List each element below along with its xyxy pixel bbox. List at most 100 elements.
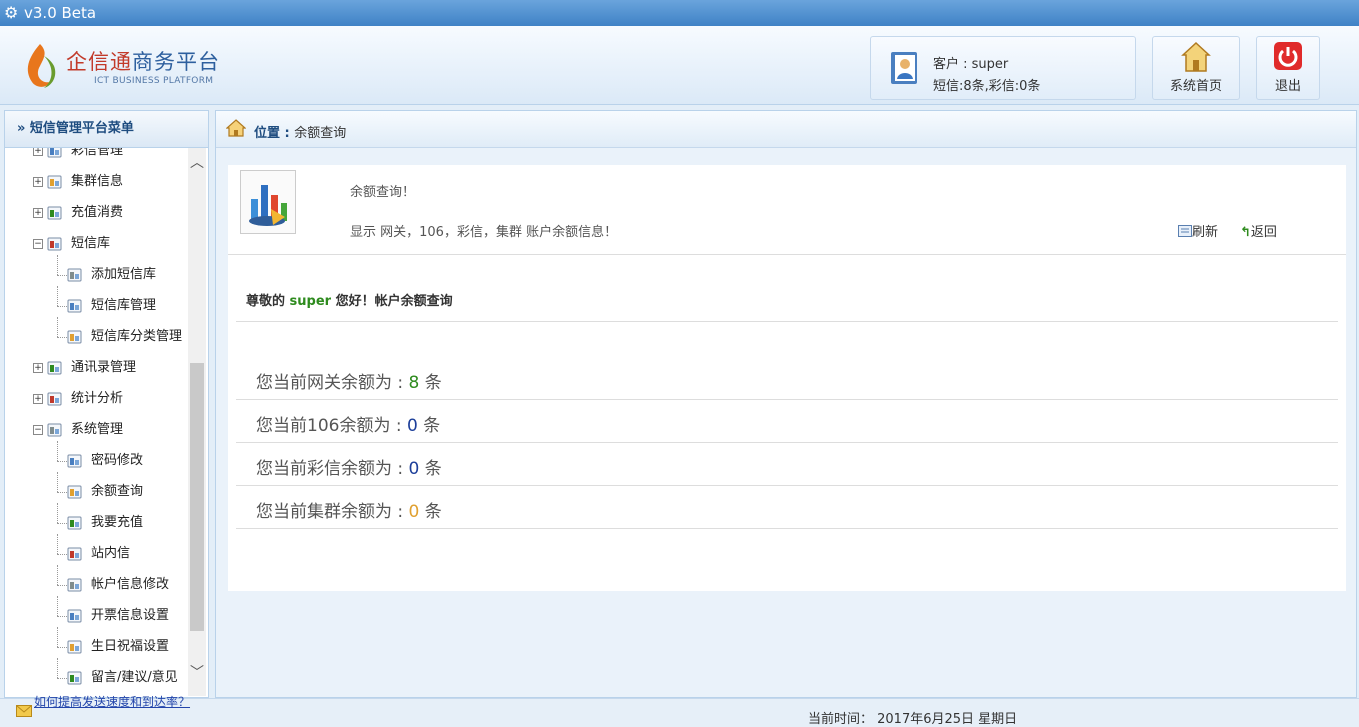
birthday-icon (67, 639, 83, 655)
balance-label: 您当前网关余额为 : (256, 373, 409, 393)
settings-icon (47, 422, 63, 438)
back-button[interactable]: ↰返回 (1240, 221, 1277, 240)
sidebar-scrollbar[interactable]: ︿ ﹀ (188, 148, 206, 696)
sidebar-item[interactable]: + 通讯录管理 (5, 357, 187, 379)
exit-button[interactable]: 退出 (1256, 36, 1320, 100)
collapse-icon[interactable]: − (33, 425, 43, 435)
sidebar-item-label: 短信库分类管理 (91, 329, 183, 344)
sidebar-item-label: 开票信息设置 (91, 608, 170, 623)
balance-value: 0 (408, 459, 420, 479)
book-icon (67, 546, 83, 562)
greeting-prefix: 尊敬的 (246, 294, 290, 309)
brand-name-blue: 商务平台 (132, 50, 220, 74)
location-bar: 位置 : 余额查询 (216, 111, 1356, 148)
footer: 如何提高发送速度和到达率？ 当前时间： 2017年6月25日 星期日 (0, 695, 1359, 727)
sidebar-item[interactable]: − 短信库 (5, 233, 187, 255)
help-link[interactable]: 如何提高发送速度和到达率？ (34, 693, 190, 710)
mms-icon (47, 148, 63, 159)
sidebar-item[interactable]: + 统计分析 (5, 388, 187, 410)
contacts-icon (47, 360, 63, 376)
balance-value: 0 (408, 502, 420, 522)
sidebar-item-label: 统计分析 (71, 391, 124, 406)
balance-row: 您当前106余额为 : 0 条 (236, 400, 1338, 443)
balance-label: 您当前彩信余额为 : (256, 459, 409, 479)
scroll-down-arrow-icon[interactable]: ﹀ (188, 662, 206, 682)
brand-subtitle: ICT BUSINESS PLATFORM (94, 76, 214, 86)
back-label: 返回 (1250, 225, 1277, 240)
sidebar-item-label: 短信库 (71, 236, 111, 251)
balance-value: 0 (406, 416, 418, 436)
home-button-label: 系统首页 (1169, 79, 1222, 94)
power-icon (1274, 42, 1302, 70)
category-icon (67, 329, 83, 345)
sidebar-item[interactable]: 添加短信库 (5, 255, 187, 286)
topup-icon (67, 515, 83, 531)
sidebar-item-label: 生日祝福设置 (91, 639, 170, 654)
house-icon (1181, 41, 1211, 72)
sidebar-item[interactable]: − 系统管理 (5, 419, 187, 441)
refresh-icon (1178, 225, 1192, 237)
back-arrow-icon: ↰ (1240, 225, 1251, 240)
sidebar-item[interactable]: 短信库分类管理 (5, 317, 187, 348)
balance-unit: 条 (419, 502, 442, 522)
sidebar-item[interactable]: 密码修改 (5, 441, 187, 472)
balance-row: 您当前彩信余额为 : 0 条 (236, 443, 1338, 486)
sidebar-item[interactable]: 我要充值 (5, 503, 187, 534)
sidebar-item[interactable]: + 彩信管理 (5, 148, 187, 162)
breadcrumb-current: 余额查询 (294, 126, 347, 141)
tree-line (57, 286, 58, 306)
expand-icon[interactable]: + (33, 148, 43, 156)
list-icon (67, 298, 83, 314)
sidebar-item[interactable]: 站内信 (5, 534, 187, 565)
balance-text: 您当前网关余额为 : 8 条 (256, 368, 442, 393)
balance-row: 您当前集群余额为 : 0 条 (236, 486, 1338, 529)
sidebar-item[interactable]: 生日祝福设置 (5, 627, 187, 658)
sidebar-item[interactable]: + 充值消费 (5, 202, 187, 224)
collapse-icon[interactable]: − (33, 239, 43, 249)
tree-line (57, 658, 58, 678)
invoice-icon (67, 608, 83, 624)
tree-line (57, 275, 67, 276)
flame-logo-icon (27, 44, 56, 88)
intro-description: 显示 网关，106，彩信，集群 账户余额信息！ (350, 225, 618, 240)
tree-line (57, 337, 67, 338)
scrollbar-thumb[interactable] (190, 363, 204, 631)
refresh-button[interactable]: 刷新 (1178, 221, 1218, 240)
expand-icon[interactable]: + (33, 177, 43, 187)
tree-line (57, 492, 67, 493)
breadcrumb: 位置 : 余额查询 (254, 122, 346, 141)
expand-icon[interactable]: + (33, 208, 43, 218)
balance-panel: 余额查询！ 显示 网关，106，彩信，集群 账户余额信息！ 刷新 ↰返回 尊敬的… (228, 165, 1346, 591)
scroll-up-arrow-icon[interactable]: ︿ (188, 152, 206, 172)
balance-unit: 条 (417, 416, 441, 436)
balance-text: 您当前彩信余额为 : 0 条 (256, 454, 442, 479)
mail-icon (16, 705, 32, 717)
sidebar-item-label: 添加短信库 (91, 267, 157, 282)
sidebar-item[interactable]: 帐户信息修改 (5, 565, 187, 596)
expand-icon[interactable]: + (33, 363, 43, 373)
home-button[interactable]: 系统首页 (1152, 36, 1240, 100)
balance-label: 您当前集群余额为 : (256, 502, 409, 522)
sidebar-item-label: 彩信管理 (71, 148, 124, 158)
divider (236, 321, 1338, 322)
sidebar-item[interactable]: 留言/建议/意见 (5, 658, 187, 689)
sidebar-item-label: 短信库管理 (91, 298, 157, 313)
tree-line (57, 523, 67, 524)
cluster-icon (47, 174, 63, 190)
expand-icon[interactable]: + (33, 394, 43, 404)
window-title: v3.0 Beta (24, 4, 97, 22)
sidebar-item[interactable]: 开票信息设置 (5, 596, 187, 627)
sidebar-item-label: 密码修改 (91, 453, 144, 468)
gear-icon: ⚙ (4, 3, 19, 22)
sidebar-item[interactable]: 余额查询 (5, 472, 187, 503)
sidebar-item[interactable]: + 集群信息 (5, 171, 187, 193)
sidebar-item-label: 系统管理 (71, 422, 124, 437)
tree-line (57, 255, 58, 275)
balance-value: 8 (408, 373, 420, 393)
sidebar-item[interactable]: 短信库管理 (5, 286, 187, 317)
tree-line (57, 647, 67, 648)
balance-label: 您当前106余额为 : (256, 416, 407, 436)
balance-icon (67, 484, 83, 500)
library-icon (47, 236, 63, 252)
user-info-panel: 客户 : super 短信:8条,彩信:0条 (870, 36, 1136, 100)
